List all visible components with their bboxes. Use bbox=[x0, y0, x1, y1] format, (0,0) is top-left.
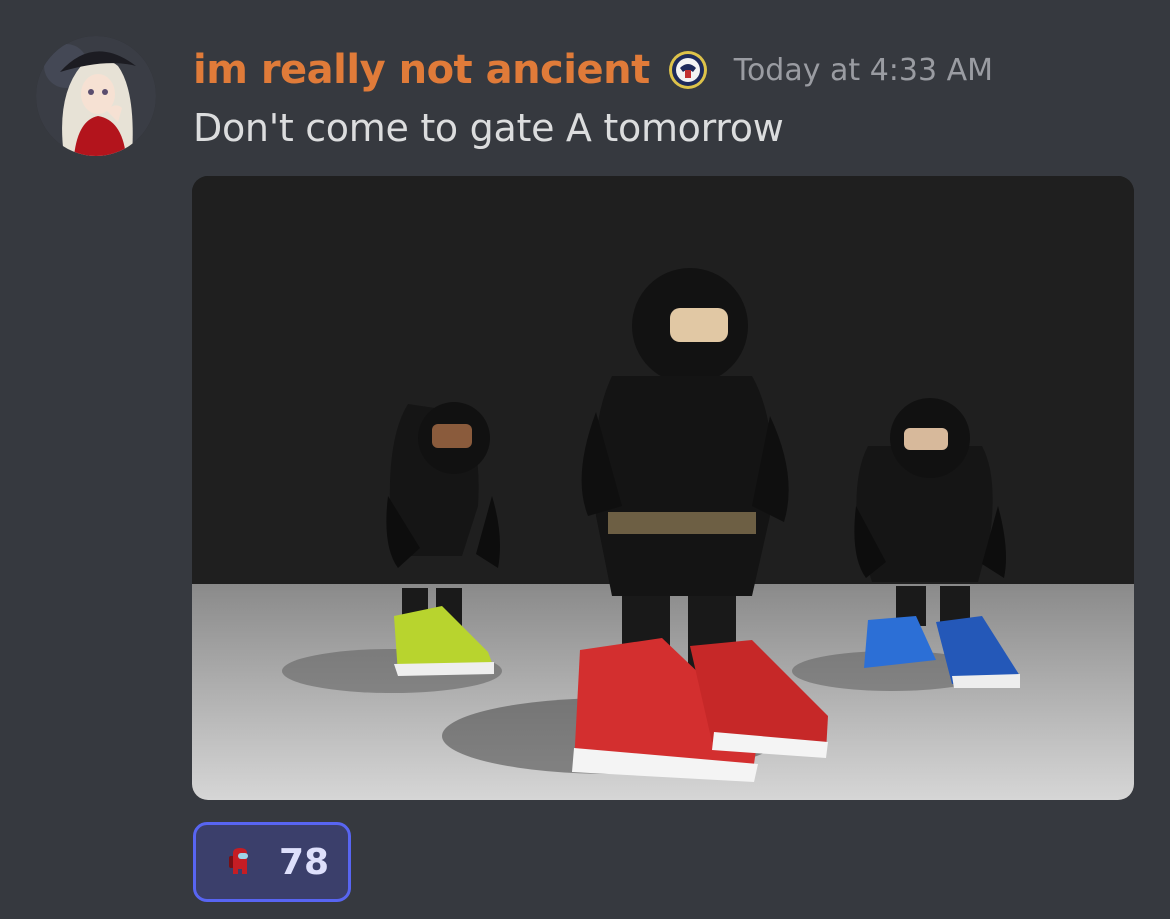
message-header: im really not ancient Today at 4:33 AM bbox=[193, 42, 993, 98]
message-content: Don't come to gate A tomorrow bbox=[193, 106, 784, 150]
image-attachment[interactable] bbox=[192, 176, 1134, 800]
avatar[interactable] bbox=[36, 36, 156, 156]
reaction-button[interactable]: 78 bbox=[193, 822, 351, 902]
red-crewmate-icon bbox=[229, 848, 248, 874]
message-timestamp: Today at 4:33 AM bbox=[733, 52, 994, 88]
server-emblem-icon[interactable] bbox=[668, 50, 708, 90]
avatar-image bbox=[36, 36, 156, 156]
reaction-count: 78 bbox=[279, 841, 330, 883]
chat-message: im really not ancient Today at 4:33 AM D… bbox=[0, 0, 1170, 919]
attachment-image bbox=[192, 176, 1134, 800]
username[interactable]: im really not ancient bbox=[193, 47, 650, 93]
